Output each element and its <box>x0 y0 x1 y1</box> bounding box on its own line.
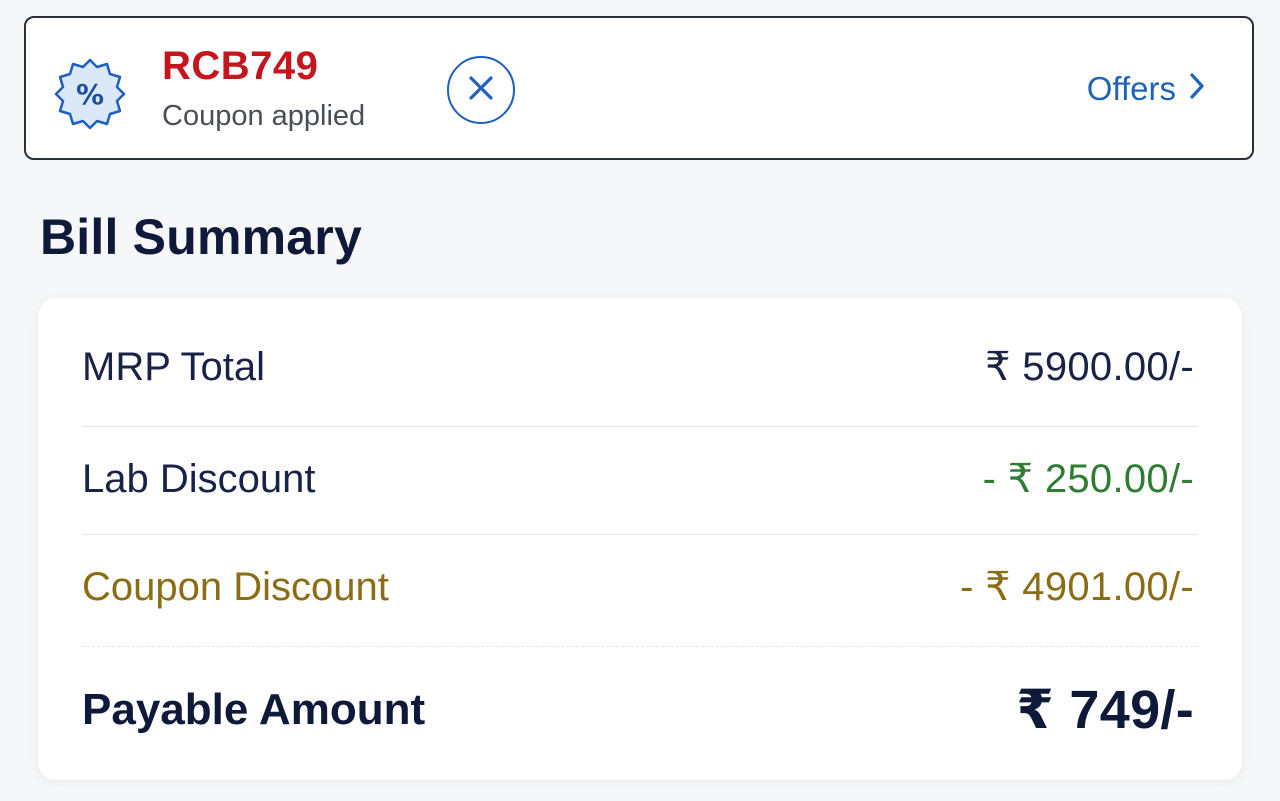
coupon-status: Coupon applied <box>162 100 366 132</box>
coupon-code: RCB749 <box>162 44 319 88</box>
lab-discount-row: Lab Discount - ₹ 250.00/- <box>82 456 1194 502</box>
coupon-discount-label: Coupon Discount <box>82 564 389 609</box>
coupon-card: % RCB749 Coupon applied Offers <box>24 16 1254 160</box>
svg-text:%: % <box>76 78 104 111</box>
lab-discount-label: Lab Discount <box>82 456 316 501</box>
offers-link[interactable]: Offers <box>1087 70 1206 108</box>
remove-coupon-button[interactable] <box>447 56 515 124</box>
bill-summary-title: Bill Summary <box>40 209 362 265</box>
divider <box>82 426 1198 427</box>
close-icon <box>466 73 496 108</box>
chevron-right-icon <box>1188 70 1206 108</box>
mrp-total-label: MRP Total <box>82 344 266 389</box>
coupon-discount-value: - ₹ 4901.00/- <box>960 565 1194 609</box>
payable-amount-row: Payable Amount ₹ 749/- <box>82 678 1194 741</box>
lab-discount-value: - ₹ 250.00/- <box>982 457 1194 501</box>
divider <box>82 534 1198 535</box>
bill-summary-card: MRP Total ₹ 5900.00/- Lab Discount - ₹ 2… <box>38 298 1242 780</box>
percent-badge-icon: % <box>50 54 130 134</box>
offers-label: Offers <box>1086 70 1176 107</box>
mrp-total-row: MRP Total ₹ 5900.00/- <box>82 344 1194 390</box>
mrp-total-value: ₹ 5900.00/- <box>985 345 1194 389</box>
coupon-discount-row: Coupon Discount - ₹ 4901.00/- <box>82 564 1194 610</box>
payable-amount-label: Payable Amount <box>82 684 426 734</box>
payable-amount-value: ₹ 749/- <box>1016 680 1194 740</box>
divider-dashed <box>82 646 1198 647</box>
